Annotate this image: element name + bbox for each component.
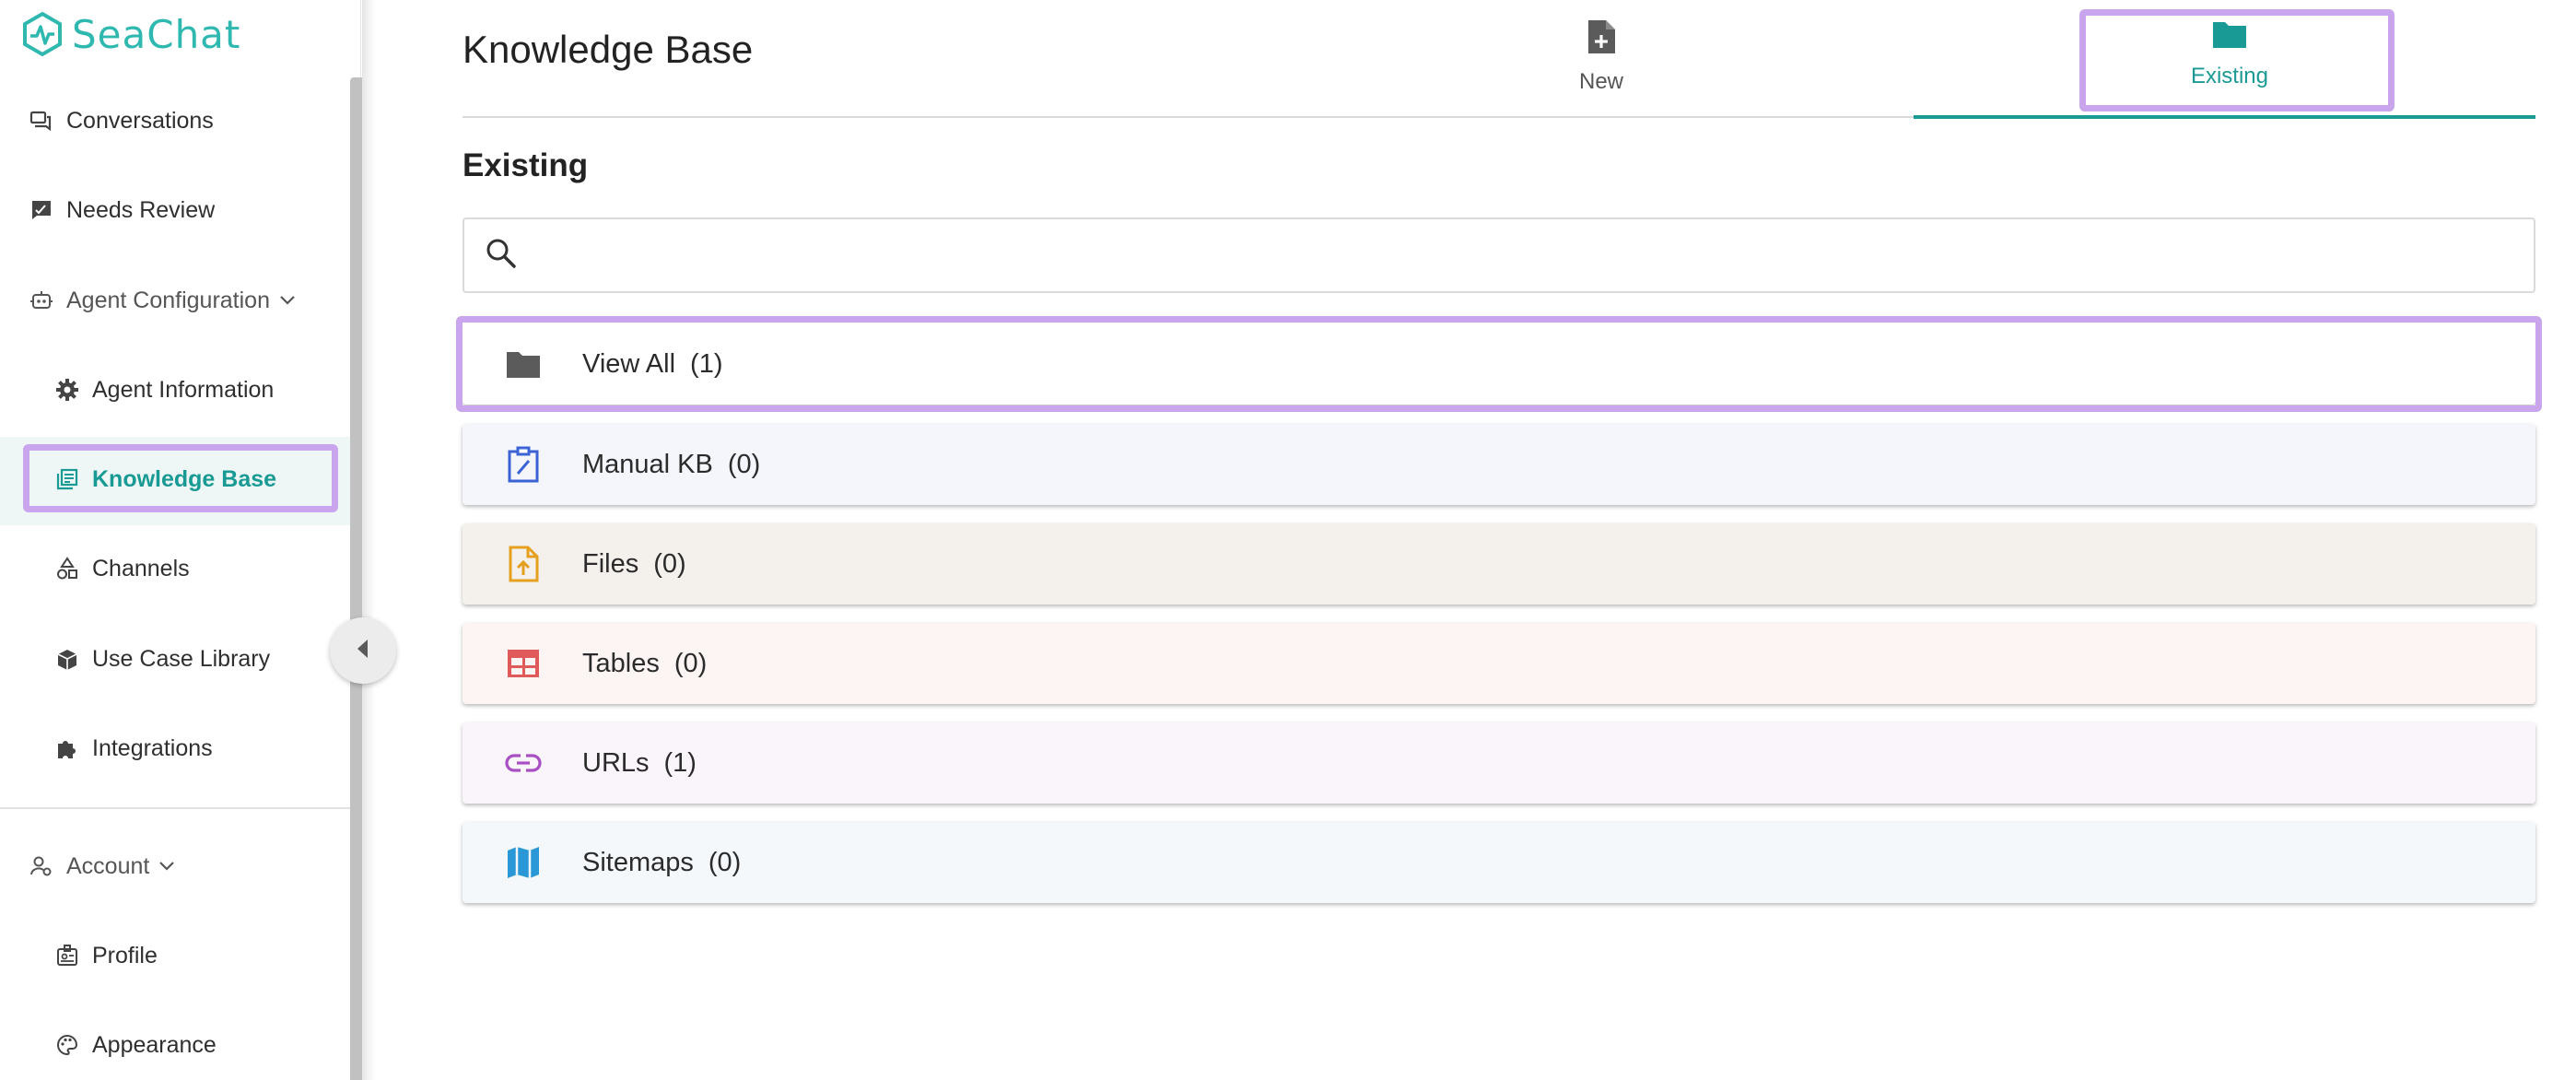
sidebar-item-label: Agent Configuration (66, 287, 270, 313)
existing-tab-highlight (2079, 9, 2395, 112)
table-icon (503, 643, 544, 684)
seachat-logo[interactable]: SeaChat (18, 7, 240, 61)
kb-source-urls[interactable]: URLs (1) (463, 722, 2535, 804)
kb-source-label: Manual KB (582, 449, 713, 479)
clipboard-edit-icon (503, 444, 544, 485)
sidebar-scrollbar[interactable] (350, 77, 362, 1080)
kb-source-count: (1) (690, 348, 723, 379)
kb-source-tables[interactable]: Tables (0) (463, 623, 2535, 704)
file-plus-icon (1586, 18, 1617, 60)
kb-source-manual-kb[interactable]: Manual KB (0) (463, 424, 2535, 505)
map-icon (503, 842, 544, 883)
puzzle-icon (53, 734, 81, 762)
kb-source-label: Files (582, 548, 639, 579)
kb-source-count: (1) (663, 747, 697, 778)
kb-source-sitemaps[interactable]: Sitemaps (0) (463, 822, 2535, 903)
shapes-icon (53, 555, 81, 582)
palette-icon (53, 1031, 81, 1059)
sidebar-item-needs-review[interactable]: Needs Review (0, 182, 350, 238)
search-icon (485, 237, 518, 275)
review-icon (28, 196, 55, 224)
user-cog-icon (28, 852, 55, 880)
file-upload-icon (503, 544, 544, 584)
active-tab-indicator (1914, 115, 2535, 119)
knowledge-base-highlight (23, 444, 338, 512)
kb-source-label: Sitemaps (582, 847, 694, 877)
sidebar-item-integrations[interactable]: Integrations (0, 721, 350, 776)
seachat-logo-icon (23, 11, 62, 57)
kb-source-count: (0) (727, 449, 761, 479)
sidebar-item-label: Agent Information (92, 376, 275, 403)
sidebar-shadow (362, 0, 375, 1080)
sidebar-item-label: Use Case Library (92, 645, 271, 672)
caret-left-icon (354, 637, 372, 665)
tab-label: New (1578, 69, 1623, 94)
search-input[interactable] (533, 241, 2467, 270)
folder-icon (503, 344, 544, 384)
robot-icon (28, 287, 55, 314)
kb-source-count: (0) (653, 548, 686, 579)
tab-new[interactable]: New (1426, 18, 1776, 111)
sidebar-item-agent-information[interactable]: Agent Information (0, 362, 350, 417)
sidebar-item-label: Conversations (66, 107, 214, 134)
sidebar-item-agent-configuration[interactable]: Agent Configuration (0, 273, 350, 328)
sidebar-item-appearance[interactable]: Appearance (0, 1017, 350, 1073)
app-name: SeaChat (72, 11, 241, 57)
search-box[interactable] (463, 217, 2535, 293)
sidebar-item-label: Account (66, 852, 150, 879)
sidebar-item-label: Profile (92, 942, 158, 968)
link-icon (503, 743, 544, 783)
gear-icon (53, 376, 81, 404)
sidebar-item-label: Needs Review (66, 196, 216, 223)
sidebar-item-label: Channels (92, 555, 190, 581)
sidebar: SeaChat Conversations Needs Review Agent… (0, 0, 362, 1080)
section-title: Existing (463, 147, 589, 183)
page-title: Knowledge Base (463, 28, 754, 71)
sidebar-item-conversations[interactable]: Conversations (0, 93, 350, 148)
main-content: Knowledge Base New Existing Existing Vie… (456, 0, 2542, 1080)
sidebar-item-account[interactable]: Account (0, 839, 350, 894)
sidebar-item-label: Appearance (92, 1031, 217, 1058)
kb-source-label: URLs (582, 747, 650, 778)
sidebar-item-channels[interactable]: Channels (0, 541, 350, 596)
chevron-down-icon (158, 857, 177, 875)
sidebar-divider (0, 807, 350, 809)
chat-bubbles-icon (28, 107, 55, 135)
kb-source-label: Tables (582, 648, 660, 678)
sidebar-item-profile[interactable]: Profile (0, 928, 350, 983)
collapse-sidebar-button[interactable] (330, 617, 396, 684)
sidebar-item-label: Integrations (92, 734, 213, 761)
kb-source-label: View All (582, 348, 676, 379)
chevron-down-icon (279, 291, 298, 310)
sidebar-item-use-case-library[interactable]: Use Case Library (0, 631, 350, 687)
kb-source-files[interactable]: Files (0) (463, 523, 2535, 605)
box-icon (53, 645, 81, 673)
id-badge-icon (53, 942, 81, 969)
kb-source-count: (0) (708, 847, 742, 877)
kb-source-count: (0) (673, 648, 708, 678)
kb-source-view-all[interactable]: View All (1) (463, 323, 2535, 405)
